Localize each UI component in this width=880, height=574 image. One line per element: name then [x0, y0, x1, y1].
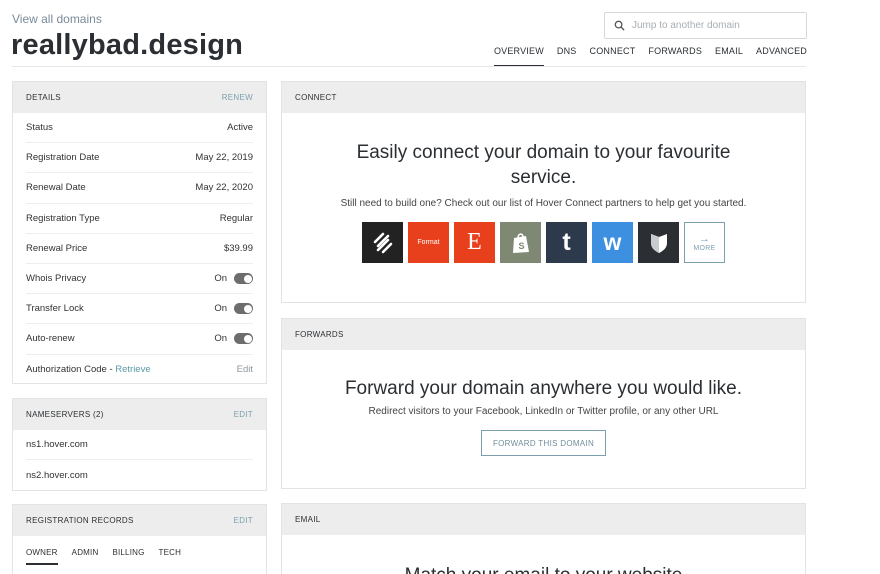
- squarespace-mark-icon: [373, 232, 392, 253]
- detail-value: May 22, 2020: [195, 182, 253, 194]
- domain-search-input[interactable]: [632, 20, 802, 31]
- tab-tech[interactable]: TECH: [159, 548, 182, 565]
- edit-nameservers-link[interactable]: EDIT: [234, 410, 253, 419]
- etsy-logo-icon[interactable]: E: [454, 222, 495, 263]
- detail-label: Registration Date: [26, 152, 100, 164]
- detail-value: Active: [227, 122, 253, 134]
- detail-row-authorization-code: Authorization Code - Retrieve Edit: [26, 355, 253, 385]
- toggle-state-label: On: [214, 333, 227, 345]
- toggle-state-label: On: [214, 273, 227, 285]
- view-all-domains-link[interactable]: View all domains: [12, 12, 102, 26]
- retrieve-auth-code-link[interactable]: Retrieve: [115, 364, 150, 375]
- page-title: reallybad.design: [11, 29, 244, 61]
- weebly-logo-icon[interactable]: w: [592, 222, 633, 263]
- squarespace-logo-icon[interactable]: [362, 222, 403, 263]
- toggle-state-label: On: [214, 303, 227, 315]
- detail-label: Transfer Lock: [26, 303, 84, 315]
- list-item: ns1.hover.com: [26, 430, 253, 461]
- detail-row-status: Status Active: [26, 113, 253, 144]
- tab-overview[interactable]: OVERVIEW: [493, 46, 544, 67]
- svg-text:S: S: [518, 241, 524, 251]
- domain-search-box[interactable]: [604, 12, 807, 39]
- registration-record-tabs: OWNER ADMIN BILLING TECH: [26, 548, 253, 565]
- shield-icon: [650, 233, 667, 253]
- detail-label: Auto-renew: [26, 333, 75, 345]
- nameserver-value: ns2.hover.com: [26, 469, 88, 481]
- detail-value: Regular: [219, 212, 253, 224]
- connect-title: CONNECT: [295, 93, 337, 102]
- bandcamp-shield-logo-icon[interactable]: [638, 222, 679, 263]
- weebly-letter: w: [603, 229, 622, 255]
- renew-link[interactable]: RENEW: [222, 93, 253, 102]
- tab-billing[interactable]: BILLING: [112, 548, 144, 565]
- details-header: DETAILS RENEW: [13, 82, 266, 113]
- detail-label: Authorization Code -: [26, 364, 116, 376]
- detail-row-registration-type: Registration Type Regular: [26, 204, 253, 234]
- details-title: DETAILS: [26, 93, 61, 102]
- forward-this-domain-button[interactable]: FORWARD THIS DOMAIN: [481, 430, 606, 456]
- registration-records-panel: REGISTRATION RECORDS EDIT OWNER ADMIN BI…: [12, 504, 267, 574]
- search-icon: [614, 20, 625, 31]
- email-title: EMAIL: [295, 515, 321, 524]
- transfer-lock-toggle[interactable]: [234, 303, 253, 315]
- detail-label: Status: [26, 122, 53, 134]
- connect-header: CONNECT: [282, 82, 805, 113]
- connect-subheading: Still need to build one? Check out our l…: [340, 198, 747, 209]
- forwards-title: FORWARDS: [295, 330, 344, 339]
- etsy-letter: E: [467, 229, 482, 255]
- tab-owner[interactable]: OWNER: [26, 548, 58, 565]
- tumblr-letter: t: [562, 228, 571, 256]
- tumblr-logo-icon[interactable]: t: [546, 222, 587, 263]
- header-divider: [12, 66, 806, 67]
- shopify-logo-icon[interactable]: S: [500, 222, 541, 263]
- auto-renew-toggle[interactable]: [234, 333, 253, 345]
- email-panel: EMAIL Match your email to your website: [281, 503, 806, 574]
- tab-dns[interactable]: DNS: [557, 46, 577, 67]
- more-label: MORE: [693, 245, 716, 252]
- detail-value: May 22, 2019: [195, 152, 253, 164]
- more-partners-button[interactable]: → MORE: [684, 222, 725, 263]
- format-logo-icon[interactable]: Format: [408, 222, 449, 263]
- tab-advanced[interactable]: ADVANCED: [756, 46, 807, 67]
- edit-registration-records-link[interactable]: EDIT: [234, 516, 253, 525]
- list-item: ns2.hover.com: [26, 460, 253, 490]
- forwards-subheading: Redirect visitors to your Facebook, Link…: [368, 406, 719, 417]
- email-header: EMAIL: [282, 504, 805, 535]
- detail-label: Registration Type: [26, 212, 100, 224]
- detail-label: Whois Privacy: [26, 273, 87, 285]
- detail-label: Renewal Date: [26, 182, 86, 194]
- tab-admin[interactable]: ADMIN: [72, 548, 99, 565]
- nameservers-panel: NAMESERVERS (2) EDIT ns1.hover.com ns2.h…: [12, 398, 267, 491]
- connect-panel: CONNECT Easily connect your domain to yo…: [281, 81, 806, 303]
- registration-records-header: REGISTRATION RECORDS EDIT: [13, 505, 266, 536]
- nameserver-value: ns1.hover.com: [26, 439, 88, 451]
- nameservers-title: NAMESERVERS (2): [26, 410, 104, 419]
- details-panel: DETAILS RENEW Status Active Registration…: [12, 81, 267, 384]
- connect-heading: Easily connect your domain to your favou…: [356, 142, 731, 188]
- detail-row-transfer-lock: Transfer Lock On: [26, 294, 253, 325]
- whois-privacy-toggle[interactable]: [234, 273, 253, 285]
- forwards-header: FORWARDS: [282, 319, 805, 350]
- format-wordmark: Format: [417, 239, 440, 246]
- detail-row-renewal-price: Renewal Price $39.99: [26, 234, 253, 264]
- detail-row-registration-date: Registration Date May 22, 2019: [26, 143, 253, 174]
- forwards-panel: FORWARDS Forward your domain anywhere yo…: [281, 318, 806, 489]
- tab-forwards[interactable]: FORWARDS: [648, 46, 702, 67]
- connect-partner-logos: Format E S t w → MORE: [282, 222, 805, 263]
- nameservers-header: NAMESERVERS (2) EDIT: [13, 399, 266, 430]
- detail-row-renewal-date: Renewal Date May 22, 2020: [26, 173, 253, 204]
- domain-tabs: OVERVIEW DNS CONNECT FORWARDS EMAIL ADVA…: [493, 46, 807, 67]
- registration-records-title: REGISTRATION RECORDS: [26, 516, 134, 525]
- detail-label: Renewal Price: [26, 242, 88, 254]
- arrow-right-icon: →: [698, 233, 711, 245]
- detail-row-auto-renew: Auto-renew On: [26, 324, 253, 355]
- shopify-bag-icon: S: [512, 232, 529, 253]
- email-heading: Match your email to your website: [282, 565, 805, 574]
- detail-row-whois-privacy: Whois Privacy On: [26, 264, 253, 295]
- tab-connect[interactable]: CONNECT: [590, 46, 636, 67]
- edit-auth-code-link[interactable]: Edit: [237, 364, 253, 375]
- tab-email[interactable]: EMAIL: [715, 46, 743, 67]
- forwards-heading: Forward your domain anywhere you would l…: [344, 378, 743, 399]
- detail-value: $39.99: [223, 242, 253, 254]
